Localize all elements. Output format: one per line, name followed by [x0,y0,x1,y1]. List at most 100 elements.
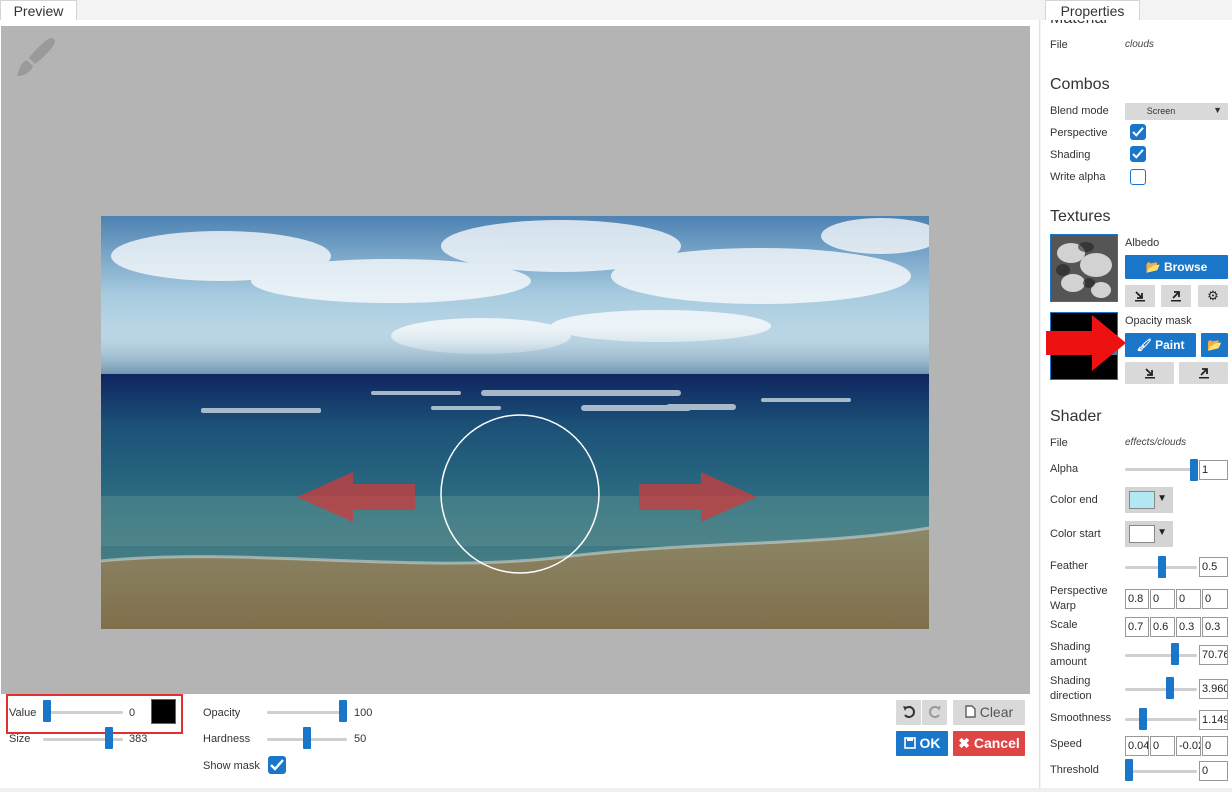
perspective-warp-input-1[interactable]: 0.8 [1125,589,1149,609]
paintbrush-icon [17,38,55,76]
perspective-warp-input-4[interactable]: 0 [1202,589,1228,609]
albedo-settings-button[interactable]: ⚙ [1198,285,1228,307]
shader-heading: Shader [1050,408,1102,425]
preview-canvas[interactable] [1,26,1030,694]
preview-panel: Value 0 Size 383 Opacity 100 Hardness 50… [0,20,1040,788]
smoothness-slider-track[interactable] [1125,718,1197,721]
tab-preview[interactable]: Preview [0,0,77,20]
show-mask-label: Show mask [203,760,260,772]
value-slider-track[interactable] [45,711,123,714]
write-alpha-label: Write alpha [1050,171,1106,183]
redo-icon [928,706,941,718]
albedo-export-button[interactable] [1161,285,1191,307]
cancel-button[interactable]: ✖ Cancel [953,731,1025,756]
hardness-readout: 50 [354,733,367,745]
properties-panel: Material File clouds Combos Blend mode S… [1041,20,1232,788]
scale-input-3[interactable]: 0.3 [1176,617,1201,637]
shading-direction-slider-track[interactable] [1125,688,1197,691]
shading-direction-slider-thumb[interactable] [1166,677,1174,699]
shading-amount-slider-thumb[interactable] [1171,643,1179,665]
undo-icon [902,706,915,718]
feather-input[interactable]: 0.5 [1199,557,1228,577]
hardness-label: Hardness [203,733,251,745]
write-alpha-checkbox[interactable] [1130,169,1146,185]
undo-button[interactable] [896,700,921,725]
shader-file-value: effects/clouds [1125,437,1187,448]
tab-properties[interactable]: Properties [1045,0,1140,20]
alpha-slider-thumb[interactable] [1190,459,1198,481]
alpha-slider-track[interactable] [1125,468,1197,471]
perspective-warp-input-3[interactable]: 0 [1176,589,1201,609]
smoothness-input[interactable]: 1.149 [1199,710,1228,730]
value-slider-thumb[interactable] [43,700,51,722]
textures-heading: Textures [1050,208,1111,225]
scale-input-4[interactable]: 0.3 [1202,617,1228,637]
browse-button-label: Browse [1163,260,1208,274]
feather-slider-thumb[interactable] [1158,556,1166,578]
size-slider-thumb[interactable] [105,727,113,749]
clear-button-label: Clear [979,704,1014,720]
folder-open-icon: 📂 [1145,260,1161,274]
threshold-slider-track[interactable] [1125,770,1197,773]
albedo-thumbnail [1050,234,1118,302]
shading-direction-input[interactable]: 3.960 [1199,679,1228,699]
color-end-swatch [1129,491,1155,509]
browse-button[interactable]: 📂 Browse [1125,255,1228,279]
color-end-label: Color end [1050,494,1098,506]
blend-mode-select[interactable]: Screen ▼ [1125,103,1228,120]
speed-label: Speed [1050,738,1082,750]
threshold-slider-thumb[interactable] [1125,759,1133,781]
save-icon [903,737,916,749]
alpha-input[interactable]: 1 [1199,460,1228,480]
paintbrush-icon: 🖌 [1136,338,1152,352]
shading-amount-label: Shading amount [1050,641,1091,668]
scale-input-1[interactable]: 0.7 [1125,617,1149,637]
chevron-down-icon: ▼ [1157,493,1167,504]
opacity-mask-import-button[interactable] [1125,362,1174,384]
smoothness-label: Smoothness [1050,712,1112,724]
opacity-mask-export-button[interactable] [1179,362,1228,384]
blend-mode-value: Screen [1146,106,1176,116]
speed-input-2[interactable]: 0 [1150,736,1175,756]
speed-input-1[interactable]: 0.04 [1125,736,1149,756]
opacity-slider-thumb[interactable] [339,700,347,722]
chevron-down-icon: ▼ [1213,105,1222,115]
paint-button[interactable]: 🖌 Paint [1125,333,1196,357]
albedo-label: Albedo [1125,237,1160,249]
threshold-input[interactable]: 0 [1199,761,1228,781]
show-mask-checkbox[interactable] [268,756,286,774]
redo-button[interactable] [922,700,947,725]
color-start-swatch [1129,525,1155,543]
value-label: Value [9,707,37,719]
speed-input-4[interactable]: 0 [1202,736,1228,756]
size-readout: 383 [129,733,148,745]
perspective-checkbox[interactable] [1130,124,1146,140]
value-readout: 0 [129,707,136,719]
threshold-label: Threshold [1050,764,1099,776]
shading-checkbox[interactable] [1130,146,1146,162]
opacity-mask-browse-button[interactable]: 📂 [1201,333,1228,357]
import-icon [1144,368,1155,379]
smoothness-slider-thumb[interactable] [1139,708,1147,730]
opacity-label: Opacity [203,707,241,719]
paint-button-label: Paint [1155,338,1185,352]
perspective-warp-input-2[interactable]: 0 [1150,589,1175,609]
opacity-slider-track[interactable] [267,711,347,714]
scale-input-2[interactable]: 0.6 [1150,617,1175,637]
shading-amount-input[interactable]: 70.76 [1199,645,1228,665]
alpha-label: Alpha [1050,463,1079,475]
speed-input-3[interactable]: -0.02 [1176,736,1201,756]
import-icon [1135,291,1145,302]
close-icon: ✖ [958,735,970,751]
hardness-slider-thumb[interactable] [303,727,311,749]
ok-button[interactable]: OK [896,731,948,756]
gear-icon: ⚙ [1207,288,1219,303]
brush-color-swatch[interactable] [151,699,176,724]
color-start-picker[interactable]: ▼ [1125,521,1173,547]
color-end-picker[interactable]: ▼ [1125,487,1173,513]
opacity-mask-label: Opacity mask [1125,315,1192,327]
clear-button[interactable]: Clear [953,700,1025,725]
ok-button-label: OK [919,735,941,751]
albedo-import-button[interactable] [1125,285,1155,307]
shading-amount-slider-track[interactable] [1125,654,1197,657]
